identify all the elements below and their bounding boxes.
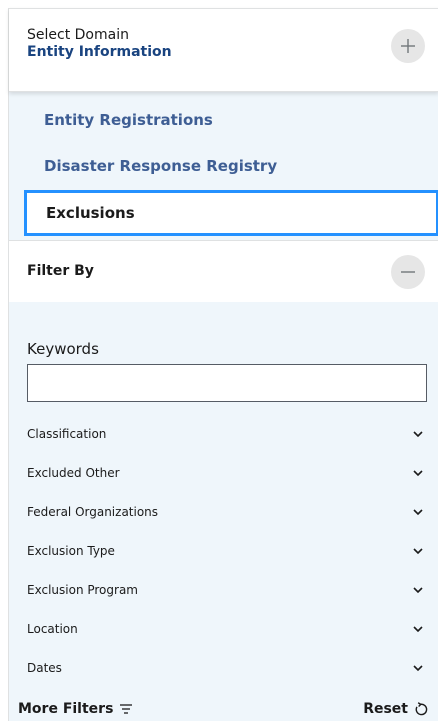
filter-dates[interactable]: Dates [27,648,427,687]
reset-label: Reset [363,701,408,717]
keywords-label: Keywords [27,340,99,358]
filter-classification[interactable]: Classification [27,414,427,453]
filter-by-header[interactable]: Filter By [9,240,438,302]
filter-exclusion-program[interactable]: Exclusion Program [27,570,427,609]
reset-icon [415,701,428,715]
domain-item-exclusions[interactable]: Exclusions [24,190,438,236]
filter-label: Federal Organizations [27,504,159,519]
filter-label: Exclusion Type [27,543,115,558]
filter-lines-icon [120,704,133,714]
plus-icon [401,39,415,53]
filter-label: Excluded Other [27,465,120,480]
domain-item-label: Exclusions [46,204,135,222]
more-filters-button[interactable]: More Filters [18,698,133,720]
chevron-down-icon [413,508,423,515]
chevron-down-icon [413,664,423,671]
collapse-filters-button[interactable] [391,255,425,289]
minus-icon [401,271,415,273]
filter-label: Classification [27,426,107,441]
filter-label: Exclusion Program [27,582,138,597]
more-filters-label: More Filters [18,701,114,717]
domain-item-entity-registrations[interactable]: Entity Registrations [9,97,438,143]
filter-by-title: Filter By [27,263,94,279]
chevron-down-icon [413,469,423,476]
keywords-input[interactable] [27,364,427,402]
sidebar-panel: Select Domain Entity Information Entity … [8,8,438,721]
domain-item-label: Entity Registrations [44,111,213,129]
filter-label: Dates [27,660,62,675]
chevron-down-icon [413,625,423,632]
select-domain-header[interactable]: Select Domain Entity Information [9,8,438,92]
chevron-down-icon [413,430,423,437]
expand-domain-button[interactable] [391,29,425,63]
filter-label: Location [27,621,78,636]
filter-exclusion-type[interactable]: Exclusion Type [27,531,427,570]
reset-button[interactable]: Reset [363,701,428,717]
filter-federal-organizations[interactable]: Federal Organizations [27,492,427,531]
domain-item-disaster-response-registry[interactable]: Disaster Response Registry [9,143,438,189]
filter-excluded-other[interactable]: Excluded Other [27,453,427,492]
filter-location[interactable]: Location [27,609,427,648]
chevron-down-icon [413,547,423,554]
domain-item-label: Disaster Response Registry [44,157,278,175]
selected-domain-value: Entity Information [27,44,172,60]
select-domain-label: Select Domain [27,27,129,43]
chevron-down-icon [413,586,423,593]
